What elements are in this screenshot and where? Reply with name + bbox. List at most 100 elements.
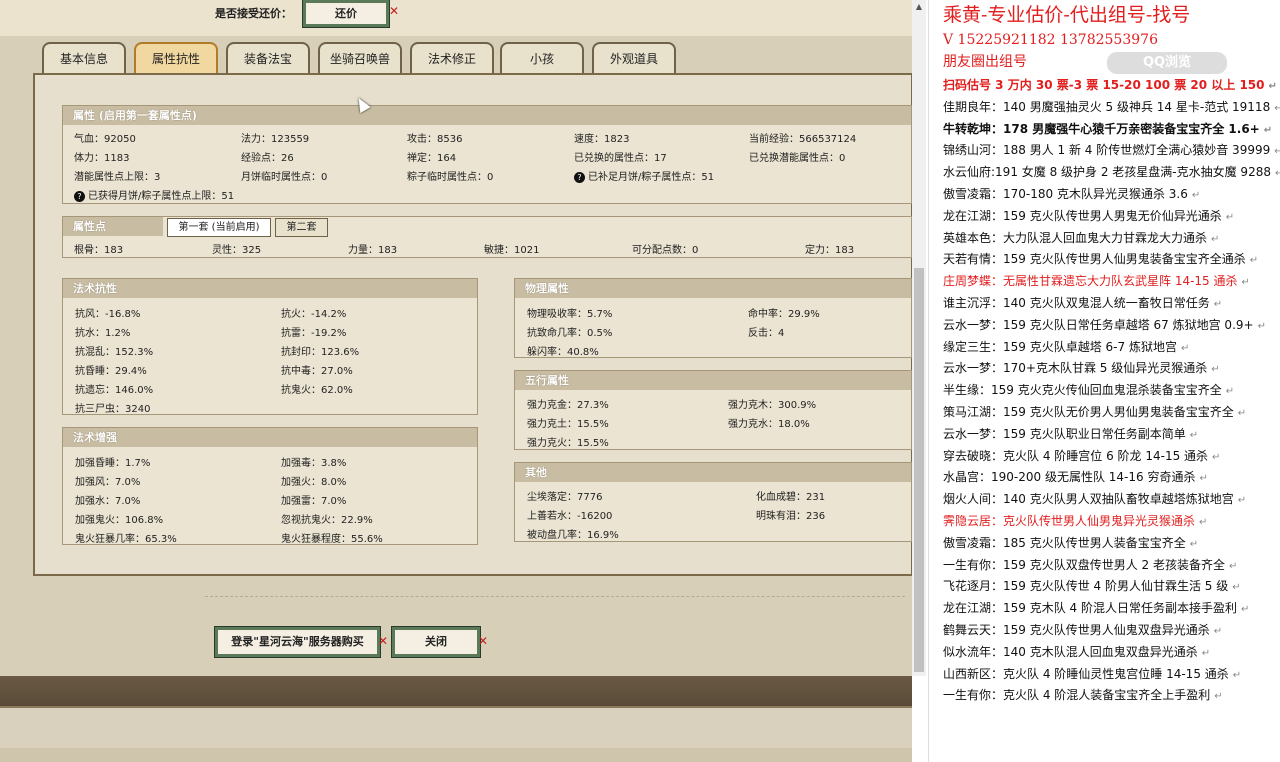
resist-item: 抗混乱：152.3% [75, 347, 154, 358]
note-line: 龙在江湖：159 克火队传世男人男鬼无价仙异光通杀 ↵ [943, 207, 1234, 224]
note-line: 龙在江湖：159 克木队 4 阶混人日常任务副本接手盈利 ↵ [943, 599, 1249, 616]
note-line-text: 一生有你：克火队 4 阶混人装备宝宝齐全上手盈利 [943, 688, 1211, 703]
note-line-text: 扫码估号 3 万内 30 票-3 票 15-20 100 票 20 以上 150 [943, 78, 1265, 92]
tab-child[interactable]: 小孩 [500, 42, 584, 75]
tab-mounts-pets[interactable]: 坐骑召唤兽 [318, 42, 402, 75]
return-mark-icon: ↵ [1274, 146, 1280, 158]
note-line: 鹤舞云天：159 克火队传世男人仙鬼双盘异光通杀 ↵ [943, 621, 1222, 638]
resist-item: 抗水：1.2% [75, 328, 131, 339]
note-line-text: 佳期良年：140 男魔强抽灵火 5 级神兵 14 星卡-范式 19118 [943, 99, 1271, 114]
return-mark-icon: ↵ [1191, 190, 1201, 201]
exchanged-potential-value: 已兑换潜能属性点：0 [749, 153, 846, 164]
subtab-set-one[interactable]: 第一套 (当前启用) [167, 218, 271, 237]
close-x-icon: ✕ [378, 634, 389, 648]
game-status-strip [0, 748, 912, 762]
obtained-max-value: ? 已获得月饼/粽子属性点上限：51 [74, 187, 234, 202]
close-x-icon: ✕ [389, 4, 400, 18]
tab-equipment[interactable]: 装备法宝 [226, 42, 310, 75]
hp-value: 气血：92050 [74, 134, 136, 145]
note-line-text: 云水一梦：170+克木队甘霖 5 级仙异光灵猴通杀 [943, 361, 1208, 376]
physical-item: 抗致命几率：0.5% [527, 328, 613, 339]
note-line-text: 山西新区：克火队 4 阶睡仙灵性鬼宫位睡 14-15 通杀 [943, 666, 1229, 681]
help-icon[interactable]: ? [574, 172, 585, 183]
return-mark-icon: ↵ [1249, 255, 1259, 267]
scroll-up-arrow-icon[interactable]: ▲ [914, 2, 924, 12]
subtab-set-two[interactable]: 第二套 [275, 218, 328, 237]
login-server-buy-button[interactable]: 登录"星河云海"服务器购买 [215, 627, 380, 657]
scrollbar-thumb[interactable] [914, 268, 924, 672]
return-mark-icon: ↵ [1199, 473, 1208, 485]
note-line: 缘定三生：159 克火队卓越塔 6-7 炼狱地宫 ↵ [943, 338, 1189, 355]
return-mark-icon: ↵ [1225, 211, 1235, 223]
exp-points-value: 经验点：26 [241, 153, 294, 164]
contact-phones: V 15225921182 13782553976 [943, 32, 1158, 48]
tab-appearance[interactable]: 外观道具 [592, 42, 676, 75]
tab-spell-correction[interactable]: 法术修正 [410, 42, 494, 75]
note-line-text: 牛转乾坤：178 男魔强牛心猿千万亲密装备宝宝齐全 1.6+ [943, 121, 1260, 136]
resist-item: 抗三尸虫：3240 [75, 404, 151, 415]
note-line: 半生缘：159 克火克火传仙回血鬼混杀装备宝宝齐全 ↵ [943, 381, 1234, 398]
notes-title: 乘黄-专业估价-代出组号-找号 [943, 4, 1191, 26]
resist-item: 抗雷：-19.2% [281, 328, 347, 339]
wuxing-item: 强力克木：300.9% [728, 400, 817, 411]
return-mark-icon: ↵ [1241, 277, 1250, 289]
physical-item: 物理吸收率：5.7% [527, 309, 613, 320]
return-mark-icon: ↵ [1211, 233, 1220, 245]
note-line-text: 谁主沉浮：140 克火队双鬼混人统一畜牧日常任务 [943, 296, 1210, 310]
note-line: 庄周梦蝶：无属性甘霖遗忘大力队玄武星阵 14-15 通杀 ↵ [943, 272, 1250, 289]
note-line: 傲雪凌霜：170-180 克木队异光灵猴通杀 3.6 ↵ [943, 185, 1200, 202]
tab-attributes[interactable]: 属性抗性 [134, 42, 218, 75]
return-mark-icon: ↵ [1211, 364, 1220, 376]
note-line-text: 英雄本色：大力队混人回血鬼大力甘霖龙大力通杀 [943, 230, 1208, 245]
wuxing-item: 强力克火：15.5% [527, 438, 609, 449]
help-icon[interactable]: ? [74, 191, 85, 202]
close-button[interactable]: 关闭 [392, 627, 480, 657]
physical-item: 命中率：29.9% [748, 309, 820, 320]
return-mark-icon: ↵ [1189, 538, 1199, 550]
return-mark-icon: ↵ [1232, 582, 1241, 594]
note-line: 策马江湖：159 克火队无价男人男仙男鬼装备宝宝齐全 ↵ [943, 403, 1246, 420]
note-line: 烟火人间：140 克火队男人双抽队畜牧卓越塔炼狱地宫 ↵ [943, 490, 1246, 507]
wuxing-header: 五行属性 [515, 371, 911, 390]
attributes-header: 属性 (启用第一套属性点) [63, 106, 911, 125]
note-line-text: 锦绣山河：188 男人 1 新 4 阶传世燃灯全满心猿妙音 39999 [943, 143, 1271, 158]
mp-value: 法力：123559 [241, 134, 310, 145]
note-line: 牛转乾坤：178 男魔强牛心猿千万亲密装备宝宝齐全 1.6+ ↵ [943, 120, 1272, 137]
resist-item: 抗风：-16.8% [75, 309, 141, 320]
resist-item: 抗遗忘：146.0% [75, 385, 154, 396]
zen-value: 禅定：164 [407, 153, 457, 164]
note-line: 一生有你：159 克火队双盘传世男人 2 老孩装备齐全 ↵ [943, 556, 1237, 573]
root-bone-value: 根骨：183 [74, 245, 124, 256]
resist-item: 抗中毒：27.0% [281, 366, 353, 377]
return-mark-icon: ↵ [1237, 408, 1247, 419]
return-mark-icon: ↵ [1214, 691, 1223, 703]
note-line: 傲雪凌霜：185 克火队传世男人装备宝宝齐全 ↵ [943, 534, 1198, 551]
note-line: 飞花逐月：159 克火队传世 4 阶男人仙甘霖生活 5 级 ↵ [943, 577, 1241, 594]
enhance-item: 忽视抗鬼火：22.9% [281, 515, 373, 526]
exp-value: 当前经验：566537124 [749, 134, 857, 145]
return-mark-icon: ↵ [1274, 168, 1280, 180]
return-mark-icon: ↵ [1232, 669, 1242, 681]
note-line-text: 鹤舞云天：159 克火队传世男人仙鬼双盘异光通杀 [943, 623, 1210, 637]
return-mark-icon: ↵ [1268, 81, 1277, 92]
note-line: 一生有你：克火队 4 阶混人装备宝宝齐全上手盈利 ↵ [943, 686, 1223, 703]
return-mark-icon: ↵ [1257, 320, 1266, 332]
agility-value: 敏捷：1021 [484, 245, 540, 256]
top-bar [0, 0, 912, 36]
haggle-button[interactable]: 还价 [303, 0, 389, 27]
note-line: 云水一梦：159 克火队日常任务卓越塔 67 炼狱地宫 0.9+ ↵ [943, 316, 1266, 333]
close-x-icon: ✕ [478, 634, 489, 648]
focus-value: 定力：183 [805, 245, 855, 256]
wuxing-item: 强力克金：27.3% [527, 400, 609, 411]
return-mark-icon: ↵ [1274, 102, 1280, 114]
return-mark-icon: ↵ [1240, 604, 1250, 616]
note-line-text: 策马江湖：159 克火队无价男人男仙男鬼装备宝宝齐全 [943, 405, 1234, 419]
note-line-text: 霁隐云居：克火队传世男人仙男鬼异光灵猴通杀 [943, 514, 1196, 528]
note-line-text: 天若有情：159 克火队传世男人仙男鬼装备宝宝齐全通杀 [943, 252, 1246, 267]
tab-basic-info[interactable]: 基本信息 [42, 42, 126, 75]
note-line-text: 云水一梦：159 克火队职业日常任务副本简单 [943, 426, 1186, 441]
browser-watermark: QQ浏览 [1107, 52, 1227, 74]
enhance-item: 加强毒：3.8% [281, 458, 347, 469]
resist-item: 抗鬼火：62.0% [281, 385, 353, 396]
note-line-text: 龙在江湖：159 克木队 4 阶混人日常任务副本接手盈利 [943, 601, 1237, 616]
